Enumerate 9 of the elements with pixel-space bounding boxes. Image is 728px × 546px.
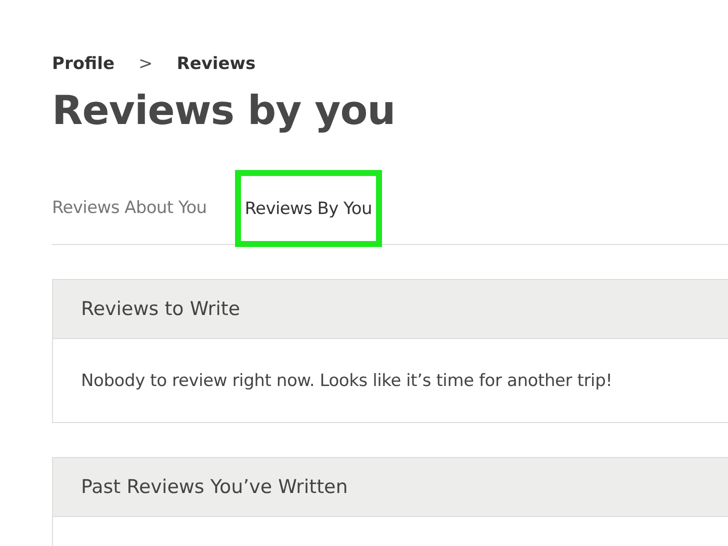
breadcrumb-link[interactable]: Reviews bbox=[176, 54, 256, 74]
section-heading: Reviews to Write bbox=[81, 298, 240, 320]
breadcrumb-link[interactable]: Profile bbox=[52, 54, 114, 74]
empty-message: Nobody to review right now. Looks like it’s time for another trip! bbox=[81, 370, 612, 390]
tab[interactable]: Reviews About You bbox=[52, 172, 213, 244]
page-title: Reviews by you bbox=[52, 88, 396, 134]
section-heading: Past Reviews You’ve Written bbox=[81, 476, 348, 498]
breadcrumb-separator: > bbox=[138, 54, 153, 74]
tab[interactable]: Reviews By You bbox=[234, 170, 382, 247]
